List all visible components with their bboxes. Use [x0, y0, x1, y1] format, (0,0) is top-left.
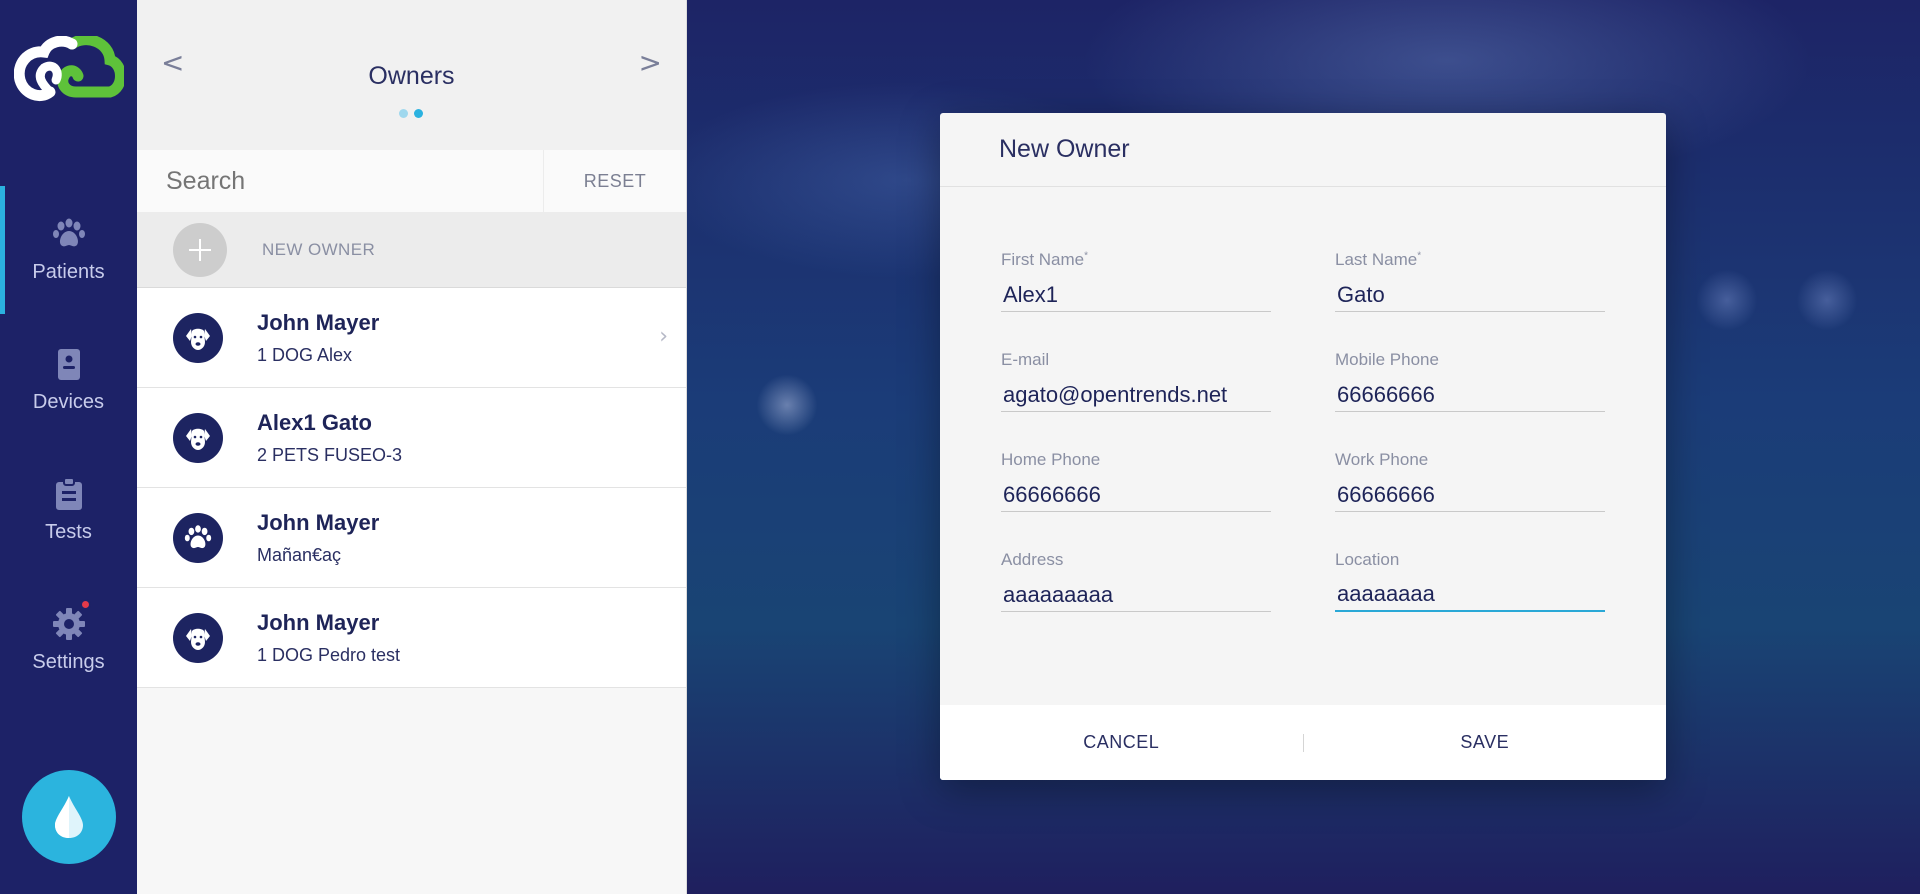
mobile-phone-label: Mobile Phone: [1335, 350, 1439, 369]
plus-icon: [189, 239, 211, 261]
email-label: E-mail: [1001, 350, 1050, 369]
gear-icon: [52, 607, 85, 640]
cancel-button[interactable]: CANCEL: [940, 732, 1303, 753]
work-phone-input[interactable]: [1335, 478, 1605, 512]
last-name-field: Last Name*: [1335, 250, 1605, 312]
owner-name: Alex1 Gato: [257, 409, 372, 435]
last-name-input[interactable]: [1335, 278, 1605, 312]
chevron-right-icon: ›: [659, 324, 668, 349]
owner-pets: 2 PETS FUSEO-3: [257, 444, 403, 465]
first-name-label: First Name*: [1001, 250, 1089, 269]
address-input[interactable]: [1001, 578, 1271, 612]
settings-icon-wrap: [52, 598, 91, 641]
page-dot-inactive[interactable]: [399, 109, 408, 118]
reset-button[interactable]: RESET: [543, 150, 686, 212]
email-field: E-mail: [1001, 350, 1271, 412]
location-field: Location: [1335, 550, 1605, 612]
next-page-arrow[interactable]: >: [639, 46, 662, 79]
dog-icon: [186, 428, 210, 450]
search-input[interactable]: [137, 150, 543, 212]
dialog-header: New Owner: [940, 113, 1666, 187]
owner-name: John Mayer: [257, 609, 380, 635]
location-input[interactable]: [1335, 578, 1605, 612]
new-owner-button[interactable]: NEW OWNER: [137, 213, 686, 288]
main-nav-rail: Patients Devices Tests Settings: [0, 0, 137, 894]
notification-dot: [79, 598, 91, 610]
owner-avatar: [173, 412, 223, 463]
page-dot-active[interactable]: [414, 109, 423, 118]
owner-avatar: [173, 512, 223, 563]
address-field: Address: [1001, 550, 1271, 612]
location-label: Location: [1335, 550, 1400, 569]
nav-label: Devices: [32, 390, 105, 413]
search-bar: RESET: [137, 150, 686, 213]
work-phone-field: Work Phone: [1335, 450, 1605, 512]
dog-icon: [186, 328, 210, 350]
hydration-button[interactable]: [22, 770, 116, 864]
owner-name: John Mayer: [257, 309, 380, 335]
add-icon: [173, 223, 227, 277]
owner-avatar: [173, 612, 223, 663]
owner-pets: 1 DOG Alex: [257, 344, 353, 365]
save-button[interactable]: SAVE: [1304, 732, 1667, 753]
email-input[interactable]: [1001, 378, 1271, 412]
page-indicator: [399, 109, 423, 118]
paw-icon: [184, 524, 212, 548]
owner-list-item[interactable]: John Mayer 1 DOG Alex ›: [137, 288, 686, 388]
device-icon: [57, 348, 80, 380]
mobile-phone-field: Mobile Phone: [1335, 350, 1605, 412]
last-name-label: Last Name*: [1335, 250, 1422, 269]
panel-header: < Owners >: [137, 0, 686, 150]
owner-list-item[interactable]: John Mayer Mañan€aç: [137, 488, 686, 588]
work-phone-label: Work Phone: [1335, 450, 1429, 469]
dialog-title: New Owner: [999, 135, 1130, 163]
owner-pets: 1 DOG Pedro test: [257, 644, 401, 665]
owner-name: John Mayer: [257, 509, 380, 535]
nav-label: Patients: [32, 260, 105, 283]
owner-list-item[interactable]: John Mayer 1 DOG Pedro test: [137, 588, 686, 688]
owner-form: First Name* Last Name* E-mail Mobile Pho…: [940, 187, 1666, 705]
mobile-phone-input[interactable]: [1335, 378, 1605, 412]
home-phone-input[interactable]: [1001, 478, 1271, 512]
owners-panel: < Owners > RESET NEW OWNER: [137, 0, 687, 894]
dog-icon: [186, 628, 210, 650]
nav-item-settings[interactable]: Settings: [0, 576, 137, 704]
owner-pets: Mañan€aç: [257, 544, 342, 565]
address-label: Address: [1001, 550, 1064, 569]
paw-icon: [52, 218, 85, 246]
clipboard-icon: [55, 476, 82, 510]
new-owner-label: NEW OWNER: [262, 240, 376, 259]
owner-list-item[interactable]: Alex1 Gato 2 PETS FUSEO-3: [137, 388, 686, 488]
home-phone-field: Home Phone: [1001, 450, 1271, 512]
first-name-input[interactable]: [1001, 278, 1271, 312]
first-name-field: First Name*: [1001, 250, 1271, 312]
nav-label: Settings: [32, 650, 105, 673]
nav-item-patients[interactable]: Patients: [0, 186, 137, 314]
app-logo: [14, 36, 124, 101]
nav-label: Tests: [45, 520, 92, 543]
water-drop-icon: [55, 796, 83, 838]
owner-avatar: [173, 312, 223, 363]
home-phone-label: Home Phone: [1001, 450, 1101, 469]
nav-item-devices[interactable]: Devices: [0, 316, 137, 444]
dialog-footer: CANCEL SAVE: [940, 705, 1666, 780]
new-owner-dialog: New Owner First Name* Last Name* E-mail …: [940, 113, 1666, 780]
nav-item-tests[interactable]: Tests: [0, 446, 137, 574]
panel-title: Owners: [368, 62, 455, 90]
